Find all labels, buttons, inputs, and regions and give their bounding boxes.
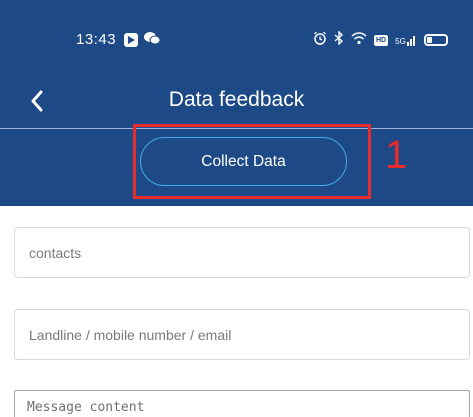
status-time: 13:43 bbox=[76, 31, 117, 48]
page-title: Data feedback bbox=[168, 88, 305, 111]
app-header: Data feedback bbox=[0, 76, 473, 128]
wechat-icon bbox=[144, 31, 161, 49]
annotation-highlight-box bbox=[133, 124, 371, 199]
app-notification-icon bbox=[124, 33, 138, 47]
5g-signal-icon: 5G bbox=[395, 34, 417, 46]
annotation-number: 1 bbox=[385, 133, 408, 177]
status-bar: 13:43 HD 5G bbox=[0, 0, 473, 76]
contact-info-input[interactable]: Landline / mobile number / email bbox=[14, 309, 470, 360]
wifi-icon bbox=[351, 31, 367, 49]
contacts-input[interactable]: contacts bbox=[14, 227, 470, 278]
battery-icon bbox=[423, 34, 448, 46]
status-right-icons: HD 5G bbox=[313, 30, 448, 49]
status-left-icons bbox=[124, 31, 161, 49]
hd-icon: HD bbox=[374, 34, 389, 46]
message-content-textarea[interactable]: Message content bbox=[14, 390, 470, 417]
app-screen: 13:43 HD 5G Data feedback Collect Data 1… bbox=[0, 0, 473, 417]
bluetooth-icon bbox=[334, 30, 344, 49]
alarm-icon bbox=[313, 31, 327, 49]
